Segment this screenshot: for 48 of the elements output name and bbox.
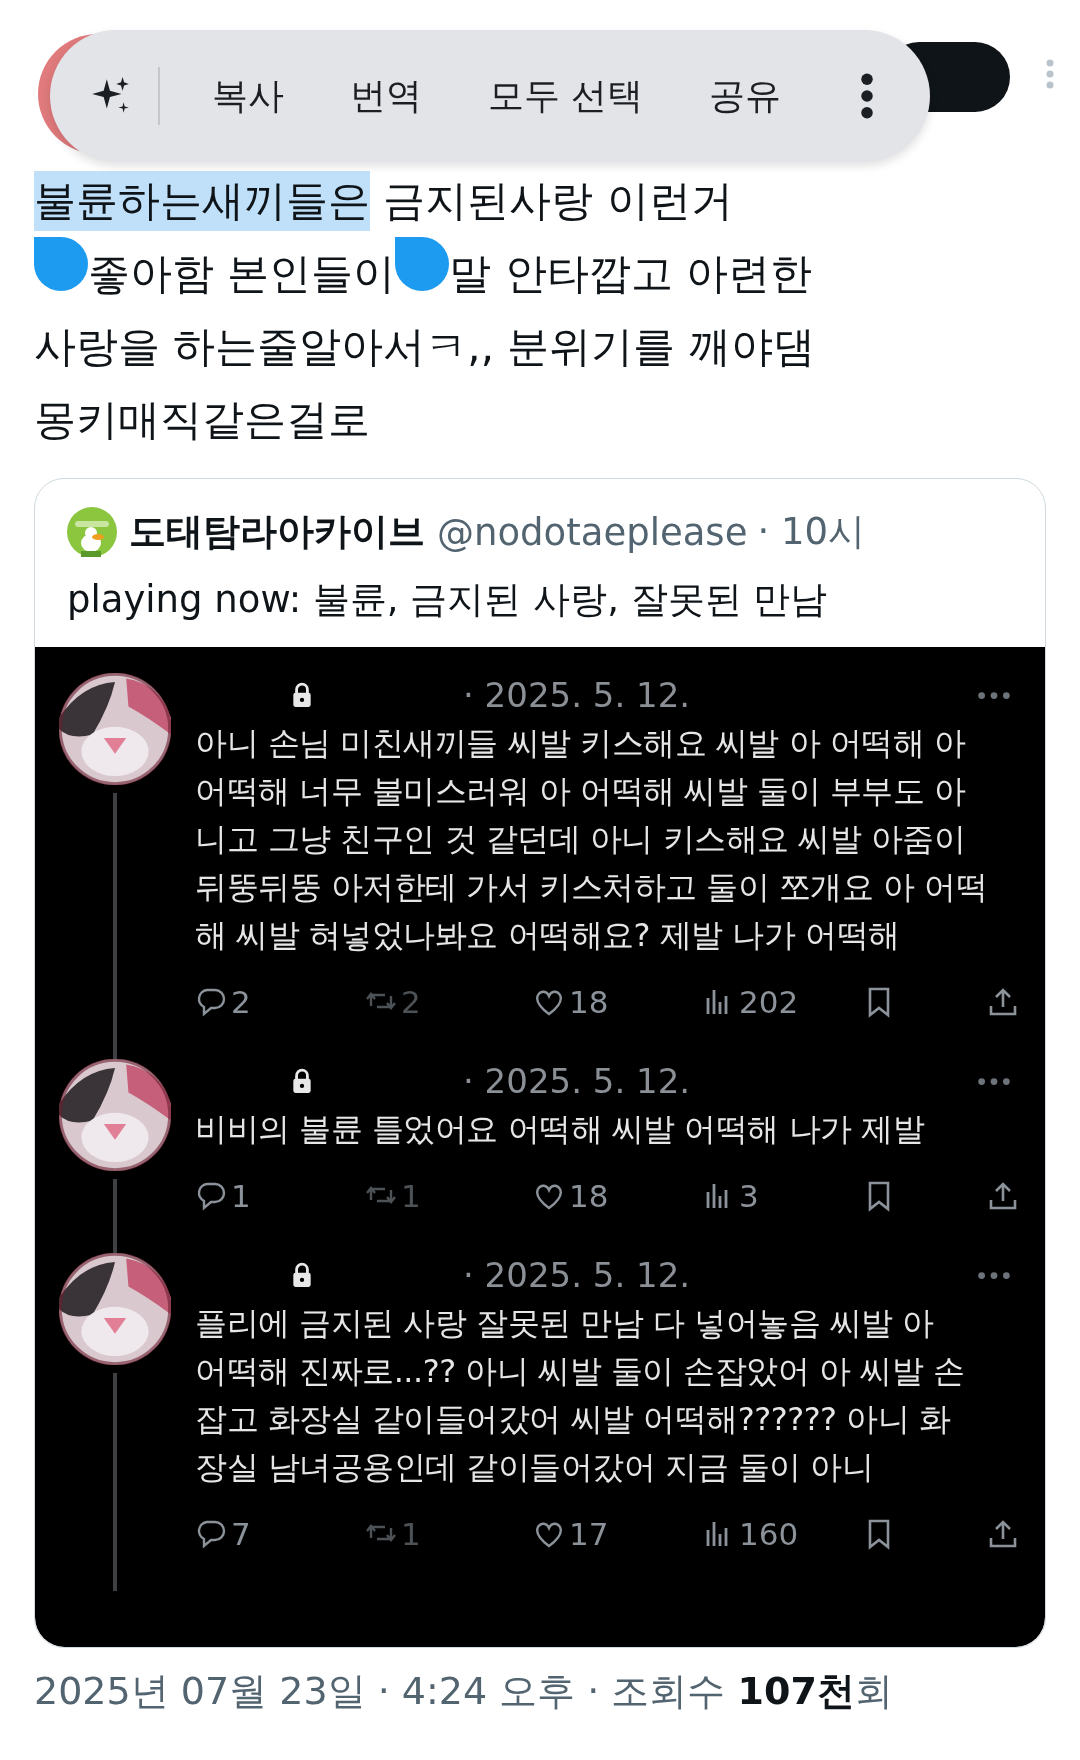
lock-icon — [291, 1068, 313, 1094]
repost-count: 2 — [401, 984, 421, 1020]
tweet-text: 플리에 금지된 사랑 잘못된 만남 다 넣어놓음 씨발 아 어떡해 진짜로...?? 아니 씨발 둘이 손잡았어 아 씨발 손 잡고 화장실 같이들어갔어 씨발 어떡해?????? 아니 화 장실 남녀공용인데 같이들어갔어 지금 둘이 아니 — [195, 1303, 966, 1488]
more-icon — [977, 1270, 1011, 1280]
post-text: 사랑을 하는줄알아서ㅋ,, 분위기를 깨야댐 — [34, 320, 815, 373]
selected-text: 불륜하는새끼들은 — [34, 170, 370, 231]
more-icon — [977, 1076, 1011, 1086]
selection-handle[interactable] — [395, 236, 450, 291]
share-icon — [987, 1518, 1019, 1550]
reply-count: 1 — [231, 1178, 251, 1214]
share-icon — [987, 1180, 1019, 1212]
tweet-date: · 2025. 5. 12. — [463, 1061, 691, 1101]
view-count: 3 — [739, 1178, 759, 1214]
tweet-date: · 2025. 5. 12. — [463, 675, 691, 715]
post-meta: 2025년 07월 23일 · 4:24 오후 · 조회수 107천회 — [34, 1668, 894, 1715]
menu-item[interactable]: 복사 — [184, 71, 312, 121]
view-count: 202 — [739, 984, 799, 1020]
reply-icon — [195, 986, 227, 1018]
author-name[interactable]: 도태탐라아카이브 — [129, 507, 425, 557]
tweet-date: · 2025. 5. 12. — [463, 1255, 691, 1295]
like-count: 18 — [569, 1178, 609, 1214]
like-count: 18 — [569, 984, 609, 1020]
repost-count: 1 — [401, 1516, 421, 1552]
tweet-text: 비비의 불륜 틀었어요 어떡해 씨발 어떡해 나가 제발 — [195, 1109, 926, 1150]
post-text: 금지된사랑 이런거 — [382, 174, 733, 227]
tweet-text: 아니 손님 미친새끼들 씨발 키스해요 씨발 아 어떡해 아 어떡해 너무 불미스러워 아 어떡해 씨발 둘이 부부도 아 니고 그냥 친구인 것 같던데 아니 키스해요 씨발 아줌이 뒤뚱뒤뚱 아저한테 가서 키스처하고 둘이 쪼개요 아 어떡 해 씨발 혀넣었나봐요 어떡해요? 제발 나가 어떡해 — [195, 723, 989, 956]
quote-text: playing now: 불륜, 금지된 사랑, 잘못된 만남 — [66, 577, 829, 623]
menu-item[interactable]: 번역 — [322, 71, 450, 121]
menu-item[interactable]: 모두 선택 — [460, 71, 672, 121]
view-count: 160 — [739, 1516, 799, 1552]
selection-handle[interactable] — [34, 236, 88, 291]
post-text: 말 안타깝고 아련한 — [449, 247, 813, 300]
lock-icon — [291, 682, 313, 708]
like-count: 17 — [569, 1516, 609, 1552]
more-icon — [977, 690, 1011, 700]
post-text: 몽키매직같은걸로 — [34, 393, 370, 446]
more-icon[interactable] — [860, 73, 874, 119]
post-time: · 10시 — [757, 509, 865, 555]
share-icon — [987, 986, 1019, 1018]
reply-count: 7 — [231, 1516, 251, 1552]
post-text: 좋아함 본인들이 — [88, 247, 396, 300]
repost-count: 1 — [401, 1178, 421, 1214]
reply-icon — [195, 1518, 227, 1550]
reply-count: 2 — [231, 984, 251, 1020]
reply-icon — [195, 1180, 227, 1212]
lock-icon — [291, 1262, 313, 1288]
author-handle[interactable]: @nodotaeplease — [437, 510, 748, 554]
menu-item[interactable]: 공유 — [681, 71, 810, 121]
